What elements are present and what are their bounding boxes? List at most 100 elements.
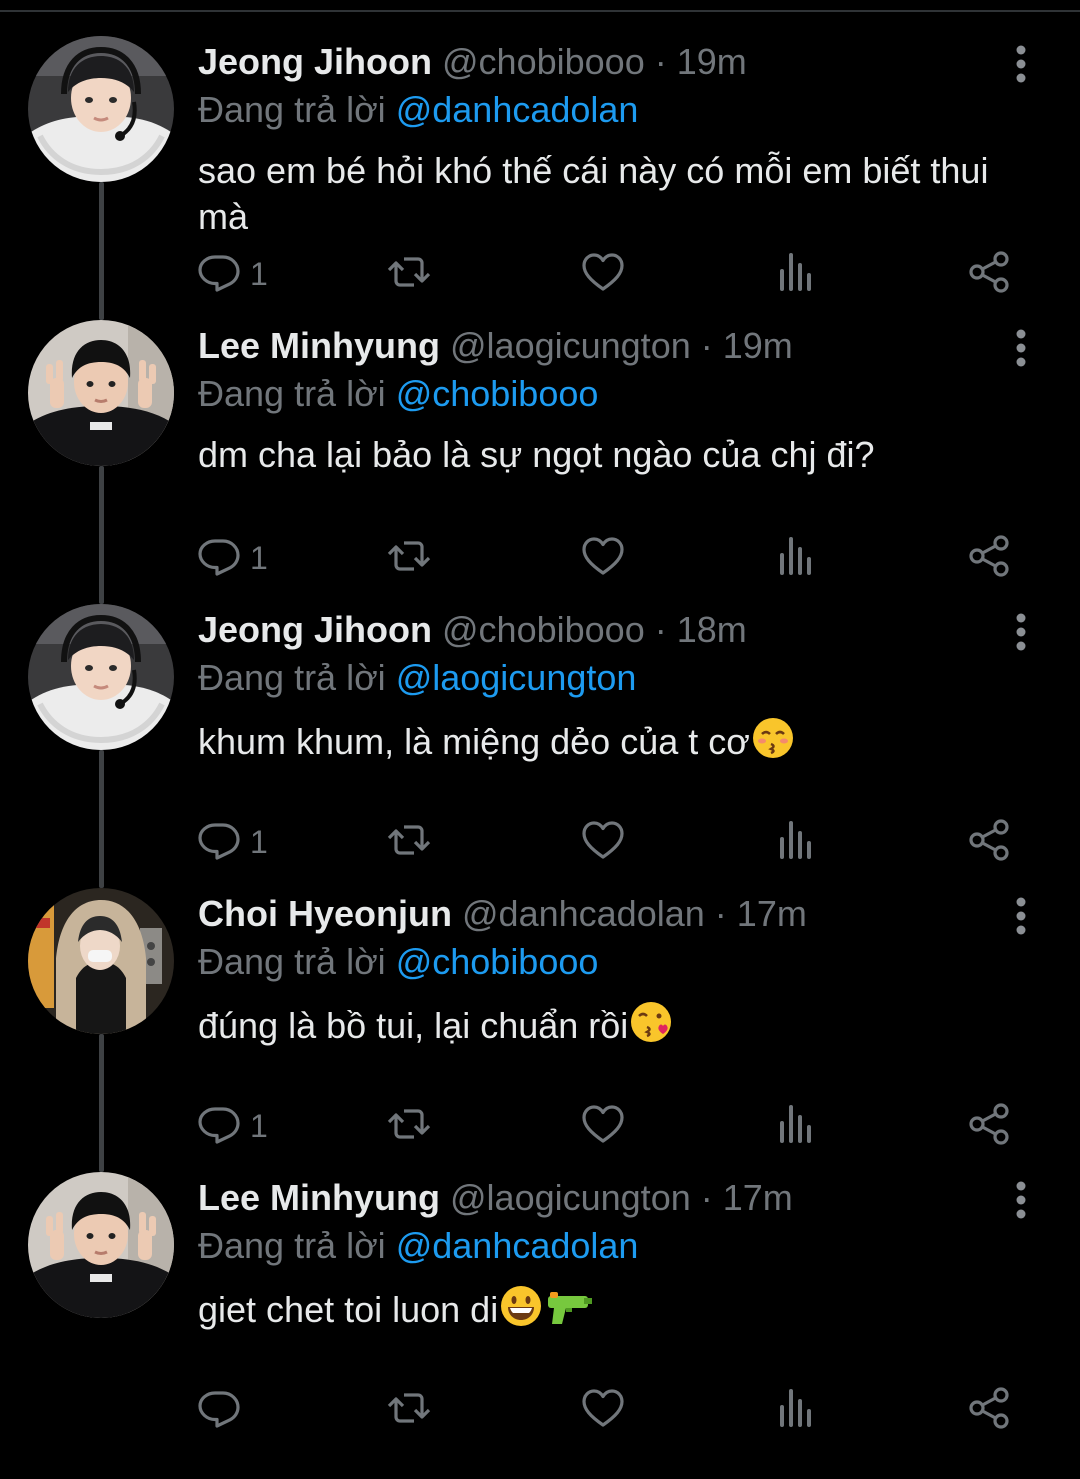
retweet-button[interactable]	[386, 1101, 432, 1151]
separator-dot: ·	[654, 41, 667, 82]
speech-bubble-icon	[196, 1385, 242, 1436]
tweet-5[interactable]: Lee Minhyung @laogicungton · 17m Đang trả…	[0, 1172, 1080, 1456]
tweet-3[interactable]: Jeong Jihoon @chobibooo · 18m Đang trả lờ…	[0, 604, 1080, 888]
tweet-actions: 1	[196, 817, 1026, 867]
timestamp[interactable]: 17m	[723, 1177, 793, 1218]
retweet-button[interactable]	[386, 817, 432, 867]
person-with-headset-white-hoodie-avatar[interactable]	[28, 604, 174, 750]
replying-to: Đang trả lời @chobibooo	[198, 940, 598, 984]
reply-count: 1	[250, 823, 268, 860]
share-nodes-icon	[966, 249, 1012, 300]
author-name[interactable]: Lee Minhyung	[198, 325, 440, 366]
retweet-arrows-icon	[386, 533, 432, 584]
author-handle[interactable]: @chobibooo	[442, 41, 645, 82]
views-button[interactable]	[773, 249, 819, 299]
tweet-header: Jeong Jihoon @chobibooo · 19m	[198, 40, 747, 84]
more-options-icon[interactable]	[1005, 896, 1037, 936]
retweet-button[interactable]	[386, 533, 432, 583]
replying-to-label: Đang trả lời	[198, 373, 386, 414]
tweet-text: khum khum, là miệng dẻo của t cơ	[198, 716, 1018, 771]
replying-to-label: Đang trả lời	[198, 941, 386, 982]
retweet-button[interactable]	[386, 1385, 432, 1435]
views-button[interactable]	[773, 1101, 819, 1151]
mention-link[interactable]: @danhcadolan	[396, 1225, 639, 1266]
bar-chart-icon	[773, 1385, 819, 1436]
share-button[interactable]	[966, 1385, 1012, 1435]
tweet-actions	[196, 1385, 1026, 1435]
reply-button[interactable]: 1	[196, 533, 268, 583]
author-name[interactable]: Jeong Jihoon	[198, 41, 432, 82]
tweet-header: Lee Minhyung @laogicungton · 17m	[198, 1176, 793, 1220]
share-button[interactable]	[966, 817, 1012, 867]
author-handle[interactable]: @danhcadolan	[462, 893, 705, 934]
like-button[interactable]	[580, 1101, 626, 1151]
tweet-2[interactable]: Lee Minhyung @laogicungton · 19m Đang trả…	[0, 320, 1080, 604]
mention-link[interactable]: @chobibooo	[396, 373, 599, 414]
author-name[interactable]: Lee Minhyung	[198, 1177, 440, 1218]
like-button[interactable]	[580, 249, 626, 299]
thread-connector	[99, 750, 104, 888]
author-name[interactable]: Choi Hyeonjun	[198, 893, 452, 934]
like-button[interactable]	[580, 533, 626, 583]
bar-chart-icon	[773, 533, 819, 584]
separator-dot: ·	[700, 325, 713, 366]
timestamp[interactable]: 17m	[737, 893, 807, 934]
separator-dot: ·	[654, 609, 667, 650]
tweet-actions: 1	[196, 533, 1026, 583]
more-options-icon[interactable]	[1005, 328, 1037, 368]
speech-bubble-icon	[196, 533, 242, 584]
person-black-jacket-peace-signs-avatar[interactable]	[28, 320, 174, 466]
replying-to: Đang trả lời @laogicungton	[198, 656, 636, 700]
views-button[interactable]	[773, 1385, 819, 1435]
tweet-text: đúng là bồ tui, lại chuẩn rồi	[198, 1000, 1018, 1055]
more-options-icon[interactable]	[1005, 612, 1037, 652]
author-name[interactable]: Jeong Jihoon	[198, 609, 432, 650]
like-button[interactable]	[580, 817, 626, 867]
mention-link[interactable]: @laogicungton	[396, 657, 637, 698]
mention-link[interactable]: @chobibooo	[396, 941, 599, 982]
share-nodes-icon	[966, 533, 1012, 584]
tweet-text-content: khum khum, là miệng dẻo của t cơ	[198, 721, 750, 762]
views-button[interactable]	[773, 533, 819, 583]
share-button[interactable]	[966, 249, 1012, 299]
timestamp[interactable]: 19m	[677, 41, 747, 82]
speech-bubble-icon	[196, 817, 242, 868]
retweet-arrows-icon	[386, 1385, 432, 1436]
water-pistol-emoji	[544, 1284, 594, 1339]
reply-button[interactable]: 1	[196, 249, 268, 299]
timestamp[interactable]: 18m	[677, 609, 747, 650]
retweet-arrows-icon	[386, 1101, 432, 1152]
reply-button[interactable]	[196, 1385, 250, 1435]
person-with-headset-white-hoodie-avatar[interactable]	[28, 36, 174, 182]
like-button[interactable]	[580, 1385, 626, 1435]
reply-button[interactable]: 1	[196, 1101, 268, 1151]
heart-icon	[580, 249, 626, 300]
retweet-button[interactable]	[386, 249, 432, 299]
tweet-header: Jeong Jihoon @chobibooo · 18m	[198, 608, 747, 652]
person-beige-hooded-coat-avatar[interactable]	[28, 888, 174, 1034]
retweet-arrows-icon	[386, 249, 432, 300]
tweet-text-content: dm cha lại bảo là sự ngọt ngào của chj đ…	[198, 434, 875, 475]
more-options-icon[interactable]	[1005, 1180, 1037, 1220]
more-options-icon[interactable]	[1005, 44, 1037, 84]
share-button[interactable]	[966, 533, 1012, 583]
replying-to: Đang trả lời @danhcadolan	[198, 1224, 638, 1268]
tweet-text-content: sao em bé hỏi khó thế cái này có mỗi em …	[198, 150, 989, 237]
views-button[interactable]	[773, 817, 819, 867]
tweet-text: sao em bé hỏi khó thế cái này có mỗi em …	[198, 148, 1018, 240]
person-black-jacket-peace-signs-avatar[interactable]	[28, 1172, 174, 1318]
tweet-header: Lee Minhyung @laogicungton · 19m	[198, 324, 793, 368]
tweet-1[interactable]: Jeong Jihoon @chobibooo · 19m Đang trả lờ…	[0, 36, 1080, 320]
timestamp[interactable]: 19m	[723, 325, 793, 366]
reply-button[interactable]: 1	[196, 817, 268, 867]
bar-chart-icon	[773, 1101, 819, 1152]
tweet-4[interactable]: Choi Hyeonjun @danhcadolan · 17m Đang trả…	[0, 888, 1080, 1172]
thread-connector	[99, 466, 104, 604]
heart-icon	[580, 817, 626, 868]
author-handle[interactable]: @laogicungton	[450, 325, 691, 366]
mention-link[interactable]: @danhcadolan	[396, 89, 639, 130]
share-button[interactable]	[966, 1101, 1012, 1151]
author-handle[interactable]: @chobibooo	[442, 609, 645, 650]
tweet-actions: 1	[196, 1101, 1026, 1151]
author-handle[interactable]: @laogicungton	[450, 1177, 691, 1218]
